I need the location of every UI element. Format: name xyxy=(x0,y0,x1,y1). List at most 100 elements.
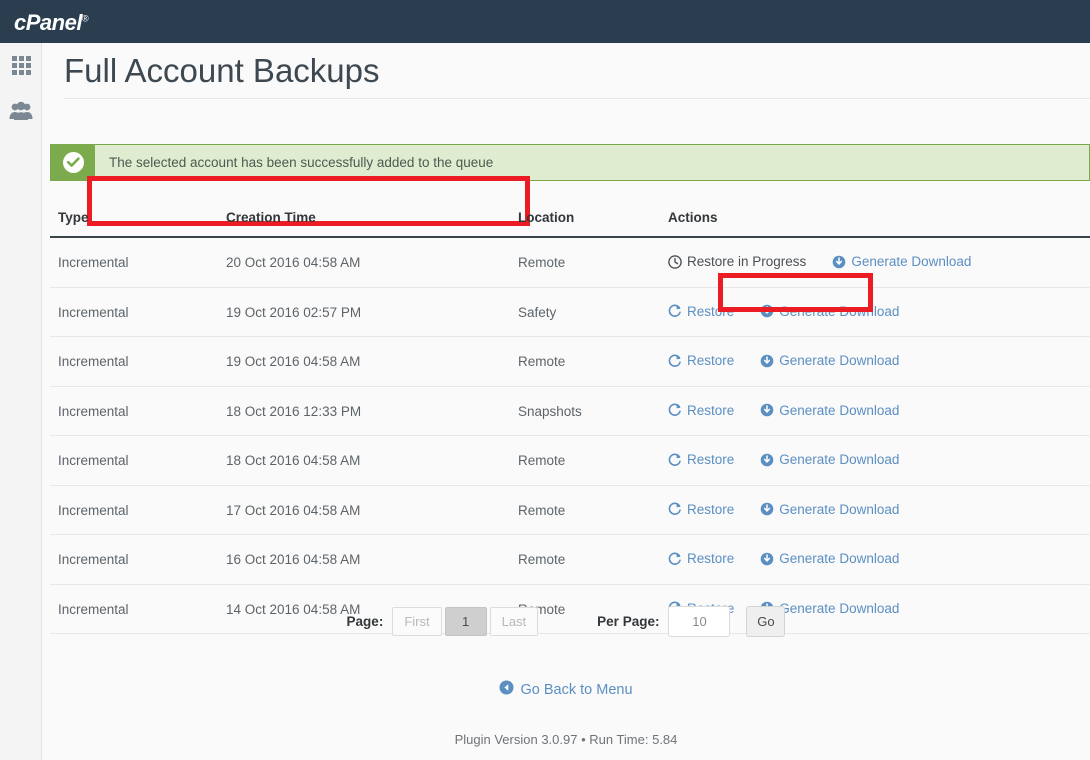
restore-action-link[interactable]: Restore xyxy=(668,502,734,517)
cell-actions: Restore Generate Download xyxy=(668,485,1090,535)
download-circle-icon xyxy=(760,354,774,368)
table-row: Incremental 17 Oct 2016 04:58 AM Remote Res… xyxy=(50,485,1090,535)
go-back-to-menu-label: Go Back to Menu xyxy=(520,681,633,698)
restore-action-label: Restore xyxy=(687,303,735,319)
clock-icon xyxy=(668,254,682,269)
page-last-button[interactable]: Last xyxy=(489,607,539,636)
generate-download-link[interactable]: Generate Download xyxy=(760,502,899,517)
cell-creation-time: 17 Oct 2016 04:58 AM xyxy=(226,485,518,535)
column-header-location: Location xyxy=(518,200,668,238)
cell-location: Remote xyxy=(518,485,668,535)
per-page-label: Per Page: xyxy=(597,614,660,629)
refresh-icon xyxy=(668,552,682,566)
page-number-button[interactable]: 1 xyxy=(444,607,487,636)
cell-actions: Restore Generate Download xyxy=(668,287,1090,337)
restore-action-label: Restore in Progress xyxy=(687,254,807,269)
cell-creation-time: 20 Oct 2016 04:58 AM xyxy=(226,237,518,288)
title-divider xyxy=(64,98,1090,99)
table-row: Incremental 20 Oct 2016 04:58 AM Remote Res… xyxy=(50,237,1090,288)
alert-message: The selected account has been successful… xyxy=(109,155,494,170)
success-alert: The selected account has been successful… xyxy=(50,144,1090,181)
cell-type: Incremental xyxy=(50,485,226,535)
download-circle-icon xyxy=(760,403,774,417)
generate-download-label: Generate Download xyxy=(851,254,972,269)
go-back-to-menu-link[interactable]: Go Back to Menu xyxy=(499,680,633,699)
sidebar-item-apps-grid[interactable] xyxy=(0,43,42,88)
restore-action-label: Restore xyxy=(687,402,735,418)
cell-type: Incremental xyxy=(50,336,226,387)
generate-download-link[interactable]: Generate Download xyxy=(832,254,971,269)
generate-download-link[interactable]: Generate Download xyxy=(760,353,899,368)
pagination-controls: Page: First 1 Last Per Page: Go xyxy=(42,606,1090,637)
restore-action-link[interactable]: Restore xyxy=(668,403,734,418)
table-header-row: Type Creation Time Location Actions xyxy=(50,200,1090,238)
generate-download-label: Generate Download xyxy=(779,452,900,467)
generate-download-label: Generate Download xyxy=(779,402,900,418)
generate-download-label: Generate Download xyxy=(779,353,900,368)
table-row: Incremental 18 Oct 2016 12:33 PM Snapshots… xyxy=(50,386,1090,436)
restore-action-link[interactable]: Restore xyxy=(668,452,734,467)
refresh-icon xyxy=(668,304,682,318)
restore-action-label: Restore xyxy=(687,452,735,467)
trademark-symbol: ® xyxy=(81,13,89,24)
per-page-input[interactable] xyxy=(668,606,731,637)
users-icon xyxy=(9,101,33,120)
arrow-left-circle-icon xyxy=(499,680,514,699)
refresh-icon xyxy=(668,453,682,467)
cell-type: Incremental xyxy=(50,386,226,436)
cell-type: Incremental xyxy=(50,435,226,486)
cell-actions: Restore Generate Download xyxy=(668,336,1090,387)
cell-location: Remote xyxy=(518,336,668,387)
restore-action-label: Restore xyxy=(687,501,735,517)
download-circle-icon xyxy=(760,453,774,467)
top-header-bar: cPanel® xyxy=(0,0,1090,43)
check-circle-icon xyxy=(62,152,84,173)
back-link-container: Go Back to Menu xyxy=(42,680,1090,700)
cell-creation-time: 18 Oct 2016 12:33 PM xyxy=(226,386,518,436)
table-row: Incremental 18 Oct 2016 04:58 AM Remote Res… xyxy=(50,435,1090,486)
table-row: Incremental 16 Oct 2016 04:58 AM Remote Res… xyxy=(50,534,1090,585)
cell-location: Safety xyxy=(518,287,668,337)
cell-location: Remote xyxy=(518,435,668,486)
restore-action-link: Restore in Progress xyxy=(668,254,806,269)
cell-actions: Restore Generate Download xyxy=(668,435,1090,486)
restore-action-link[interactable]: Restore xyxy=(668,551,734,566)
cell-location: Remote xyxy=(518,534,668,585)
generate-download-label: Generate Download xyxy=(779,303,900,319)
cpanel-logo[interactable]: cPanel® xyxy=(14,10,89,36)
cell-location: Remote xyxy=(518,237,668,288)
generate-download-link[interactable]: Generate Download xyxy=(760,403,899,418)
page-label: Page: xyxy=(346,614,384,629)
go-button[interactable]: Go xyxy=(746,606,786,637)
restore-action-link[interactable]: Restore xyxy=(668,304,734,319)
generate-download-link[interactable]: Generate Download xyxy=(760,551,899,566)
cell-actions: Restore in Progress Generate Download xyxy=(668,237,1090,288)
cell-location: Snapshots xyxy=(518,386,668,436)
page-title: Full Account Backups xyxy=(64,52,380,89)
download-circle-icon xyxy=(760,552,774,566)
refresh-icon xyxy=(668,502,682,516)
generate-download-label: Generate Download xyxy=(779,501,900,517)
page-first-button[interactable]: First xyxy=(392,607,442,636)
sidebar-item-users[interactable] xyxy=(0,88,42,133)
cell-actions: Restore Generate Download xyxy=(668,386,1090,436)
grid-icon xyxy=(11,56,31,75)
restore-action-link[interactable]: Restore xyxy=(668,353,734,368)
generate-download-link[interactable]: Generate Download xyxy=(760,304,899,319)
table-body: Incremental 20 Oct 2016 04:58 AM Remote Res… xyxy=(50,237,1090,634)
generate-download-link[interactable]: Generate Download xyxy=(760,452,899,467)
column-header-type: Type xyxy=(50,200,226,238)
download-circle-icon xyxy=(760,502,774,516)
backups-table: Type Creation Time Location Actions Incr… xyxy=(50,200,1090,634)
column-header-creation-time: Creation Time xyxy=(226,200,518,238)
download-circle-icon xyxy=(832,255,846,269)
main-content: Full Account Backups The selected accoun… xyxy=(42,43,1090,760)
cell-actions: Restore Generate Download xyxy=(668,534,1090,585)
cell-creation-time: 16 Oct 2016 04:58 AM xyxy=(226,534,518,585)
column-header-actions: Actions xyxy=(668,200,1090,238)
cell-creation-time: 19 Oct 2016 02:57 PM xyxy=(226,287,518,337)
cell-creation-time: 18 Oct 2016 04:58 AM xyxy=(226,435,518,486)
footer-version-info: Plugin Version 3.0.97 • Run Time: 5.84 xyxy=(454,732,678,747)
cell-type: Incremental xyxy=(50,237,226,288)
table-row: Incremental 19 Oct 2016 02:57 PM Safety Res… xyxy=(50,287,1090,337)
